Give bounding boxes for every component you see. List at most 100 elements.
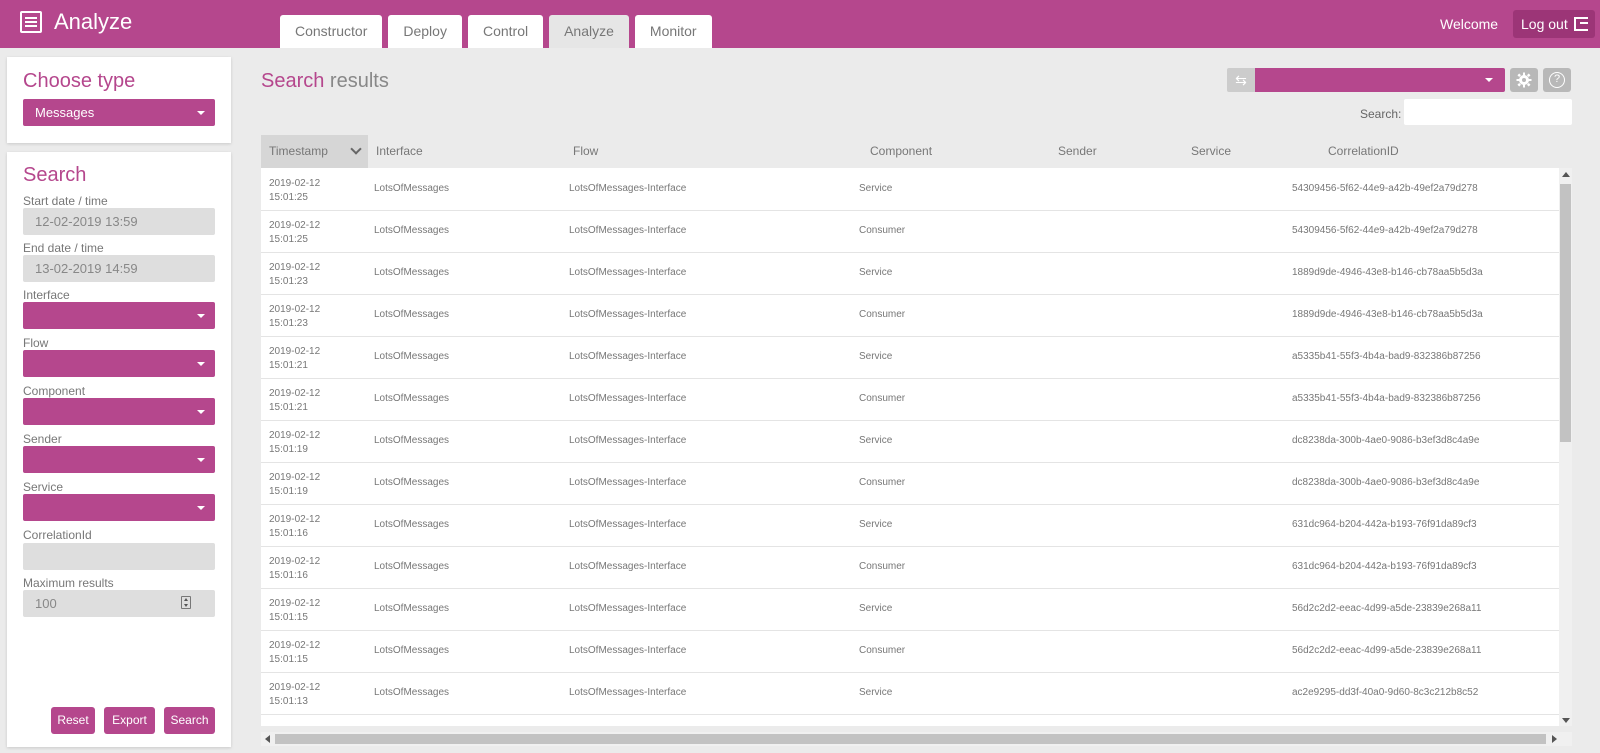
reset-button[interactable]: Reset (51, 707, 95, 734)
col-interface[interactable]: Interface (368, 135, 565, 168)
cell-date: 2019-02-12 (269, 430, 321, 441)
cell-component: Consumer (859, 393, 906, 404)
cell-correlation: 54309456-5f62-44e9-a42b-49ef2a79d278 (1292, 225, 1478, 236)
table-row[interactable]: 2019-02-12 15:01:25 LotsOfMessages LotsOfMe… (261, 168, 1559, 211)
cell-time: 15:01:15 (269, 612, 308, 623)
col-service[interactable]: Service (1183, 135, 1320, 168)
max-results-label: Maximum results (23, 576, 114, 590)
cell-correlation: 56d2c2d2-eeac-4d99-a5de-23839e268a11 (1292, 603, 1482, 614)
cell-timestamp: 2019-02-12 15:01:23 (269, 303, 320, 331)
cell-timestamp: 2019-02-12 15:01:19 (269, 471, 320, 499)
cell-correlation: 56d2c2d2-eeac-4d99-a5de-23839e268a11 (1292, 645, 1482, 656)
cell-correlation: 631dc964-b204-442a-b193-76f91da89cf3 (1292, 519, 1477, 530)
max-results-value: 100 (35, 596, 57, 611)
table-row[interactable]: 2019-02-12 15:01:13 LotsOfMessages LotsOfMe… (261, 672, 1559, 715)
scroll-right-icon[interactable] (1552, 735, 1557, 743)
search-button[interactable]: Search (164, 707, 215, 734)
cell-date: 2019-02-12 (269, 514, 321, 525)
settings-button[interactable] (1510, 68, 1538, 92)
table-row[interactable]: 2019-02-12 15:01:16 LotsOfMessages LotsOfMe… (261, 546, 1559, 589)
col-component[interactable]: Component (862, 135, 1050, 168)
vertical-scroll-thumb[interactable] (1560, 184, 1571, 442)
table-row[interactable]: 2019-02-12 15:01:21 LotsOfMessages LotsOfMe… (261, 336, 1559, 379)
end-date-label: End date / time (23, 241, 104, 255)
component-select[interactable] (23, 398, 215, 425)
scroll-left-icon[interactable] (265, 735, 270, 743)
table-row[interactable]: 2019-02-12 15:01:15 LotsOfMessages LotsOfMe… (261, 630, 1559, 673)
swap-icon[interactable]: ⇆ (1227, 68, 1255, 92)
cell-component: Consumer (859, 225, 906, 236)
col-timestamp[interactable]: Timestamp (261, 135, 368, 168)
export-button[interactable]: Export (104, 707, 155, 734)
logout-label: Log out (1521, 16, 1568, 32)
correlation-input[interactable] (23, 543, 215, 570)
table-row[interactable]: 2019-02-12 15:01:16 LotsOfMessages LotsOfMe… (261, 504, 1559, 547)
menu-icon[interactable] (20, 11, 42, 33)
max-results-input[interactable]: 100 (23, 590, 215, 617)
cell-correlation: 1889d9de-4946-43e8-b146-cb78aa5b5d3a (1292, 309, 1483, 320)
col-sender[interactable]: Sender (1050, 135, 1183, 168)
col-timestamp-label: Timestamp (269, 144, 328, 158)
tab-monitor[interactable]: Monitor (634, 15, 712, 48)
start-date-field[interactable]: 12-02-2019 13:59 (23, 208, 215, 235)
welcome-text: Welcome (1440, 16, 1499, 32)
interface-select[interactable] (23, 302, 215, 329)
cell-time: 15:01:21 (269, 402, 308, 413)
cell-interface: LotsOfMessages (374, 603, 450, 614)
tab-analyze[interactable]: Analyze (549, 15, 629, 48)
cell-date: 2019-02-12 (269, 304, 321, 315)
flow-select[interactable] (23, 350, 215, 377)
cell-date: 2019-02-12 (269, 682, 321, 693)
col-flow[interactable]: Flow (565, 135, 862, 168)
component-label: Component (23, 384, 86, 398)
table-row[interactable]: 2019-02-12 15:01:19 LotsOfMessages LotsOfMe… (261, 462, 1559, 505)
interface-label: Interface (23, 288, 70, 302)
page-title-rest: results (324, 70, 389, 92)
help-icon: ? (1549, 72, 1565, 88)
scroll-down-icon[interactable] (1562, 718, 1570, 723)
cell-timestamp: 2019-02-12 15:01:23 (269, 261, 320, 289)
cell-flow: LotsOfMessages-Interface (569, 477, 687, 488)
help-button[interactable]: ? (1543, 68, 1571, 92)
cell-interface: LotsOfMessages (374, 183, 450, 194)
cell-correlation: ac2e9295-dd3f-40a0-9d60-8c3c212b8c52 (1292, 687, 1479, 698)
table-row[interactable]: 2019-02-12 15:01:21 LotsOfMessages LotsOfMe… (261, 378, 1559, 421)
table-row[interactable]: 2019-02-12 15:01:23 LotsOfMessages LotsOfMe… (261, 294, 1559, 337)
cell-date: 2019-02-12 (269, 262, 321, 273)
tab-deploy[interactable]: Deploy (388, 15, 462, 48)
view-select[interactable] (1255, 68, 1505, 92)
tab-control[interactable]: Control (467, 15, 544, 48)
cell-component: Consumer (859, 561, 906, 572)
cell-component: Service (859, 435, 893, 446)
col-correlationid[interactable]: CorrelationID (1320, 135, 1570, 168)
cell-timestamp: 2019-02-12 15:01:25 (269, 177, 320, 205)
cell-time: 15:01:25 (269, 192, 308, 203)
cell-correlation: 631dc964-b204-442a-b193-76f91da89cf3 (1292, 561, 1477, 572)
sender-select[interactable] (23, 446, 215, 473)
cell-flow: LotsOfMessages-Interface (569, 645, 687, 656)
cell-date: 2019-02-12 (269, 598, 321, 609)
table-row[interactable]: 2019-02-12 15:01:19 LotsOfMessages LotsOfMe… (261, 420, 1559, 463)
cell-flow: LotsOfMessages-Interface (569, 687, 687, 698)
cell-time: 15:01:13 (269, 696, 308, 707)
scroll-up-icon[interactable] (1562, 172, 1570, 177)
cell-flow: LotsOfMessages-Interface (569, 603, 687, 614)
table-row[interactable]: 2019-02-12 15:01:25 LotsOfMessages LotsOfMe… (261, 210, 1559, 253)
end-date-field[interactable]: 13-02-2019 14:59 (23, 255, 215, 282)
cell-component: Service (859, 183, 893, 194)
table-row[interactable]: 2019-02-12 15:01:23 LotsOfMessages LotsOfMe… (261, 252, 1559, 295)
cell-flow: LotsOfMessages-Interface (569, 183, 687, 194)
flow-label: Flow (23, 336, 49, 350)
table-row[interactable]: 2019-02-12 15:01:15 LotsOfMessages LotsOfMe… (261, 588, 1559, 631)
cell-interface: LotsOfMessages (374, 645, 450, 656)
stepper-icon[interactable] (181, 596, 191, 609)
tab-constructor[interactable]: Constructor (280, 15, 383, 48)
horizontal-scroll-thumb[interactable] (275, 734, 1546, 744)
cell-correlation: 1889d9de-4946-43e8-b146-cb78aa5b5d3a (1292, 267, 1483, 278)
cell-date: 2019-02-12 (269, 472, 321, 483)
service-select[interactable] (23, 494, 215, 521)
cell-timestamp: 2019-02-12 15:01:15 (269, 597, 320, 625)
table-search-input[interactable] (1404, 99, 1572, 125)
type-select[interactable]: Messages (23, 99, 215, 126)
logout-button[interactable]: Log out (1513, 10, 1595, 38)
